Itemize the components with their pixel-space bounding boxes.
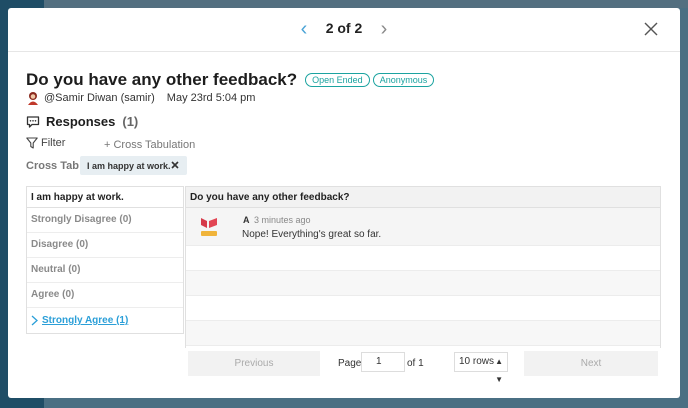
rows-per-page-value: 10 rows [459, 356, 495, 367]
empty-row [186, 271, 660, 296]
responses-label: Responses [46, 114, 116, 129]
question-title: Do you have any other feedback? [26, 70, 298, 89]
cross-tab-row-link[interactable]: Strongly Agree (1) [42, 315, 128, 326]
response-row: A 3 minutes ago Nope! Everything's great… [186, 208, 660, 246]
background-top [44, 0, 688, 8]
filter-button[interactable]: Filter [26, 137, 65, 149]
empty-row [186, 296, 660, 321]
page-total: of 1 [407, 358, 424, 369]
chevron-right-icon [31, 315, 38, 326]
cross-tabulation-button[interactable]: + Cross Tabulation [104, 139, 195, 151]
filter-label: Filter [41, 137, 66, 149]
filter-icon [26, 137, 38, 149]
updown-arrows-icon: ▲ ▼ [495, 357, 503, 384]
next-button[interactable]: Next [524, 351, 658, 376]
response-time: 3 minutes ago [254, 215, 311, 225]
responses-heading: Responses (1) [26, 114, 138, 129]
page-indicator: 2 of 2 [325, 20, 363, 36]
rows-per-page-select[interactable]: 10 rows ▲ ▼ [454, 352, 508, 384]
cross-tab-row: Strongly Disagree (0) [27, 208, 183, 233]
comment-icon [26, 115, 40, 128]
empty-row [186, 321, 660, 346]
page-input[interactable]: 1 [361, 352, 405, 372]
question-author[interactable]: @Samir Diwan (samir) [44, 92, 155, 104]
cross-tab-row: Agree (0) [27, 283, 183, 308]
question-title-row: Do you have any other feedback? Open End… [26, 70, 435, 90]
pagination: Previous Page 1 of 1 10 rows ▲ ▼ Next [185, 348, 661, 384]
close-icon[interactable] [642, 20, 660, 38]
responses-count: (1) [122, 114, 139, 129]
cross-tab-chip: I am happy at work. [80, 156, 187, 175]
avatar [28, 92, 38, 105]
response-text: Nope! Everything's great so far. [242, 229, 382, 240]
remove-icon[interactable] [170, 160, 180, 170]
chevron-left-icon[interactable]: ‹ [294, 18, 314, 40]
question-meta: @Samir Diwan (samir) May 23rd 5:04 pm [26, 91, 255, 105]
question-date: May 23rd 5:04 pm [166, 92, 256, 104]
badge-anonymous: Anonymous [372, 73, 435, 87]
cross-tab-row-expanded[interactable]: Strongly Agree (1) [27, 308, 183, 333]
cross-tab-row: Neutral (0) [27, 258, 183, 283]
response-modal: ‹ 2 of 2 › Do you have any other feedbac… [8, 8, 680, 398]
cross-tab-table: I am happy at work. Strongly Disagree (0… [26, 186, 184, 334]
response-user: A [243, 215, 250, 225]
modal-header: ‹ 2 of 2 › [8, 8, 680, 52]
cross-tab-label: Cross Tab: [26, 160, 83, 172]
empty-row [186, 246, 660, 271]
anonymous-avatar-icon [201, 218, 217, 236]
cross-tab-row: Disagree (0) [27, 233, 183, 258]
previous-button[interactable]: Previous [188, 351, 320, 376]
cross-tab-chip-label: I am happy at work. [87, 160, 171, 171]
cross-tab-table-header: I am happy at work. [27, 187, 183, 208]
badge-open-ended: Open Ended [305, 73, 370, 87]
responses-panel-header: Do you have any other feedback? [186, 187, 660, 208]
page-label: Page [338, 358, 362, 369]
chevron-right-icon[interactable]: › [374, 18, 394, 40]
